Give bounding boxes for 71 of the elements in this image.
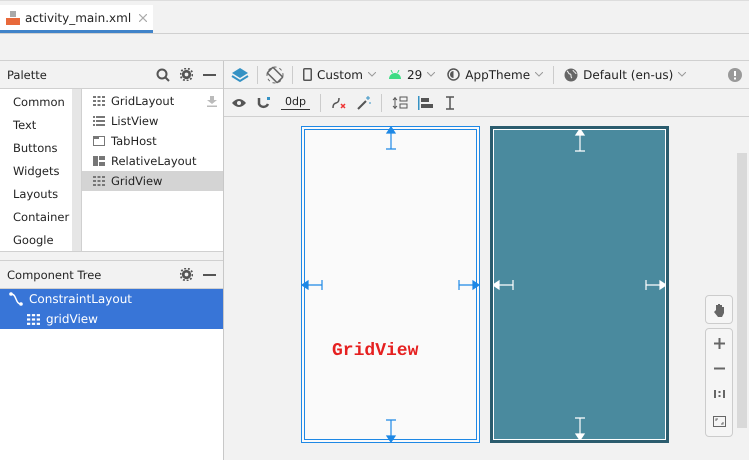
constraint-arrow <box>302 278 324 290</box>
palette-category[interactable]: Common <box>0 91 72 114</box>
blueprint-preview[interactable] <box>490 126 669 443</box>
grid-icon <box>27 314 40 324</box>
default-margin[interactable]: 0dp <box>281 95 310 110</box>
distribute-icon[interactable] <box>392 96 408 110</box>
warning-icon[interactable] <box>728 68 742 82</box>
constraint-arrow <box>574 129 586 153</box>
minimize-icon[interactable] <box>203 272 216 276</box>
rotate-icon[interactable] <box>266 66 284 84</box>
xml-file-icon <box>6 10 20 24</box>
settings-icon[interactable] <box>180 68 193 81</box>
zoom-in-icon[interactable] <box>714 338 724 350</box>
constraint-arrow <box>384 127 396 151</box>
chevron-down-icon <box>535 72 544 77</box>
tree-node[interactable]: ConstraintLayout <box>0 289 223 309</box>
palette-category[interactable]: Google <box>0 229 72 251</box>
widget-label: GridView <box>332 341 418 361</box>
grid-icon <box>93 176 105 186</box>
phone-icon <box>303 68 312 81</box>
palette-item[interactable]: TabHost <box>82 131 223 151</box>
zoom-out-icon[interactable] <box>714 367 724 370</box>
chevron-down-icon <box>427 72 436 77</box>
chevron-down-icon <box>368 72 376 77</box>
constraint-arrow <box>384 418 396 442</box>
palette-item[interactable]: ListView <box>82 111 223 131</box>
palette-category[interactable]: Widgets <box>0 160 72 183</box>
magnet-icon[interactable] <box>257 96 271 110</box>
palette-category[interactable]: Text <box>0 114 72 137</box>
fit-screen-icon[interactable] <box>712 416 726 427</box>
scrollbar[interactable] <box>72 89 82 251</box>
android-icon <box>388 70 402 79</box>
settings-icon[interactable] <box>180 268 193 281</box>
chevron-down-icon <box>678 72 686 77</box>
layout-icon <box>93 156 105 166</box>
minimize-icon[interactable] <box>203 72 216 76</box>
palette-category[interactable]: Buttons <box>0 137 72 160</box>
theme-dropdown[interactable]: AppTheme <box>445 68 546 82</box>
locale-dropdown[interactable]: Default (en-us) <box>562 68 688 82</box>
theme-icon <box>447 68 460 81</box>
palette-category[interactable]: Container <box>0 206 72 229</box>
constraint-arrow <box>574 416 586 440</box>
design-preview[interactable]: GridView <box>301 126 480 443</box>
editor-tab[interactable]: activity_main.xml <box>0 5 154 33</box>
palette-item[interactable]: GridLayout <box>82 91 223 111</box>
palette-category[interactable]: Layouts <box>0 183 72 206</box>
clear-constraints-icon[interactable] <box>330 96 347 110</box>
magic-wand-icon[interactable] <box>356 96 371 110</box>
pan-button[interactable] <box>705 295 733 324</box>
device-dropdown[interactable]: Custom <box>301 68 378 82</box>
api-dropdown[interactable]: 29 <box>386 68 438 82</box>
eye-icon[interactable] <box>231 96 247 108</box>
panel-title: Palette <box>7 68 47 82</box>
constraint-icon <box>9 292 23 306</box>
tree-node[interactable]: gridView <box>0 309 223 329</box>
palette-item[interactable]: RelativeLayout <box>82 151 223 171</box>
constraint-arrow <box>457 278 479 290</box>
palette-item[interactable]: GridView <box>82 171 223 191</box>
list-icon <box>93 116 105 126</box>
hand-icon <box>712 302 726 316</box>
tab-icon <box>93 136 105 146</box>
scrollbar[interactable] <box>737 153 747 428</box>
search-icon[interactable] <box>156 68 170 82</box>
constraint-arrow <box>493 278 515 290</box>
actual-size-icon[interactable] <box>712 388 726 398</box>
globe-icon <box>564 68 578 82</box>
panel-title: Component Tree <box>7 268 102 282</box>
align-icon[interactable] <box>418 96 434 110</box>
layers-icon[interactable] <box>231 66 249 82</box>
constraint-arrow <box>644 278 666 290</box>
grid-icon <box>93 96 105 106</box>
